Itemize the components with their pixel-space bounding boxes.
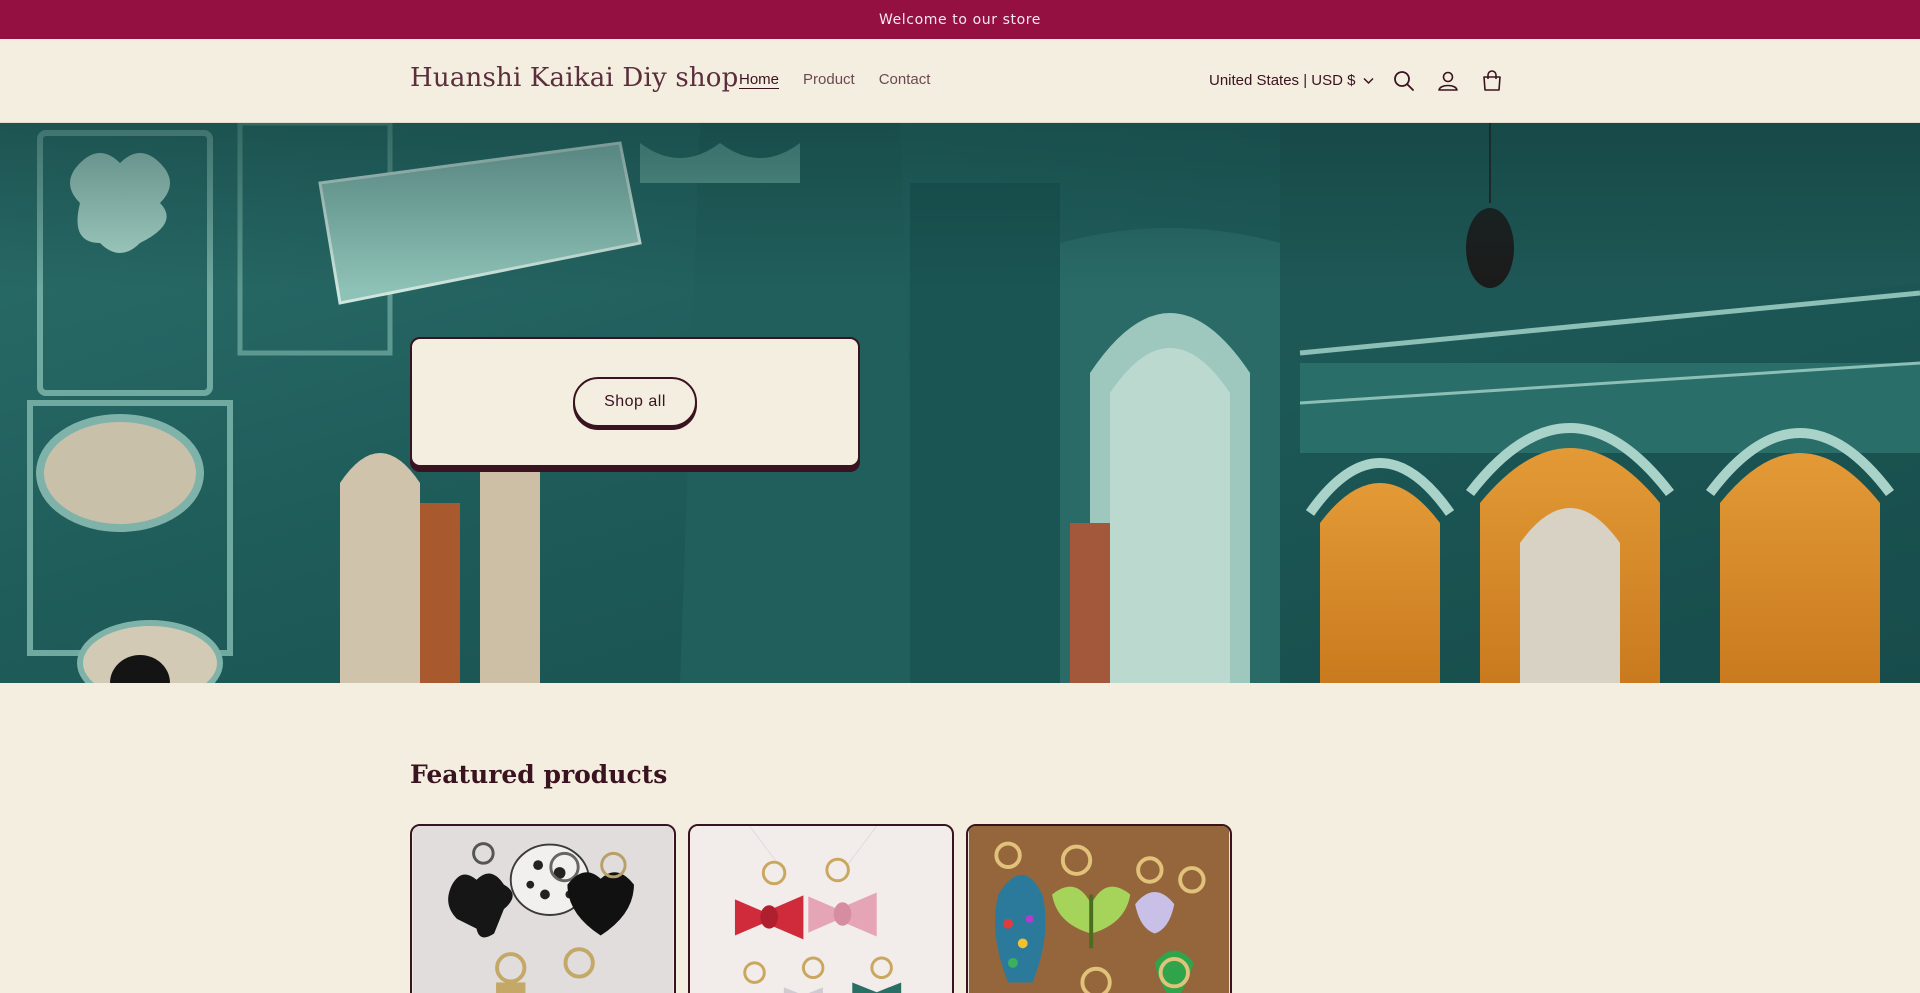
nav-product[interactable]: Product <box>803 71 855 88</box>
hero-content-box: Shop all <box>410 337 860 467</box>
product-image-2 <box>690 826 952 993</box>
hero-banner: Shop all <box>0 123 1920 683</box>
locale-selector[interactable]: United States | USD $ <box>1209 72 1374 89</box>
chevron-down-icon <box>1363 72 1374 89</box>
product-card-3[interactable] <box>966 824 1232 993</box>
main-nav: Home Product Contact <box>739 71 930 88</box>
product-image-1 <box>412 826 674 993</box>
account-icon[interactable] <box>1435 68 1461 94</box>
site-header: Huanshi Kaikai Diy shop Home Product Con… <box>0 39 1920 123</box>
announcement-bar: Welcome to our store <box>0 0 1920 39</box>
featured-products-heading: Featured products <box>410 760 668 789</box>
product-image-3 <box>968 826 1230 993</box>
nav-home[interactable]: Home <box>739 71 779 88</box>
nav-contact[interactable]: Contact <box>879 71 931 88</box>
announcement-text: Welcome to our store <box>878 11 1042 28</box>
product-card-1[interactable] <box>410 824 676 993</box>
search-icon[interactable] <box>1391 68 1417 94</box>
cart-icon[interactable] <box>1479 68 1505 94</box>
shop-all-button[interactable]: Shop all <box>573 377 697 427</box>
store-logo[interactable]: Huanshi Kaikai Diy shop <box>410 63 739 93</box>
hero-background-image <box>0 123 1920 683</box>
locale-label: United States | USD $ <box>1209 72 1356 89</box>
product-card-2[interactable] <box>688 824 954 993</box>
